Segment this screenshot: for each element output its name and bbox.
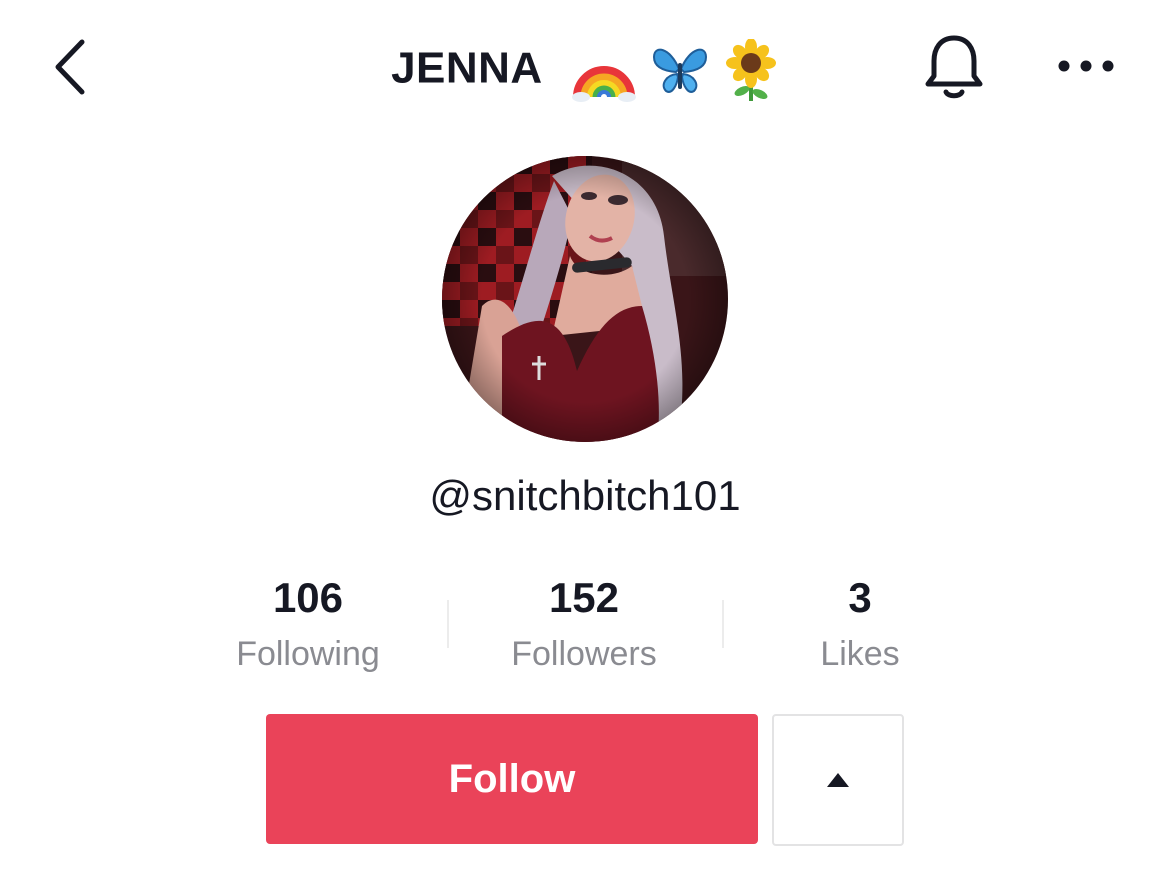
page-title: JENNA [0, 34, 1170, 102]
followers-count: 152 [548, 574, 620, 621]
bell-icon [925, 35, 983, 99]
profile-photo [442, 156, 728, 442]
stat-following[interactable]: 106 Following [188, 572, 428, 680]
triangle-up-icon [827, 773, 849, 787]
follow-button[interactable]: Follow [266, 714, 758, 844]
more-horizontal-icon [1058, 60, 1114, 72]
rainbow-emoji-icon [572, 65, 637, 102]
stat-divider [447, 600, 449, 648]
profile-username: @snitchbitch101 [429, 472, 741, 519]
title-emojis [571, 36, 778, 102]
suggested-accounts-toggle-button[interactable] [772, 714, 904, 846]
profile-display-name: JENNA [391, 43, 543, 93]
likes-label: Likes [820, 635, 900, 673]
following-label: Following [236, 635, 380, 673]
stat-divider [722, 600, 724, 648]
butterfly-emoji-icon [653, 48, 708, 93]
stat-followers[interactable]: 152 Followers [464, 572, 704, 680]
likes-count: 3 [848, 574, 872, 621]
avatar[interactable] [442, 156, 728, 442]
sunflower-emoji-icon [725, 37, 776, 101]
more-options-button[interactable] [1050, 44, 1122, 88]
stat-likes[interactable]: 3 Likes [740, 572, 980, 680]
notification-bell-button[interactable] [918, 30, 990, 102]
followers-label: Followers [511, 635, 657, 673]
following-count: 106 [272, 574, 344, 621]
profile-page: JENNA @snitchbitch101 106 Following 152 … [0, 0, 1170, 894]
